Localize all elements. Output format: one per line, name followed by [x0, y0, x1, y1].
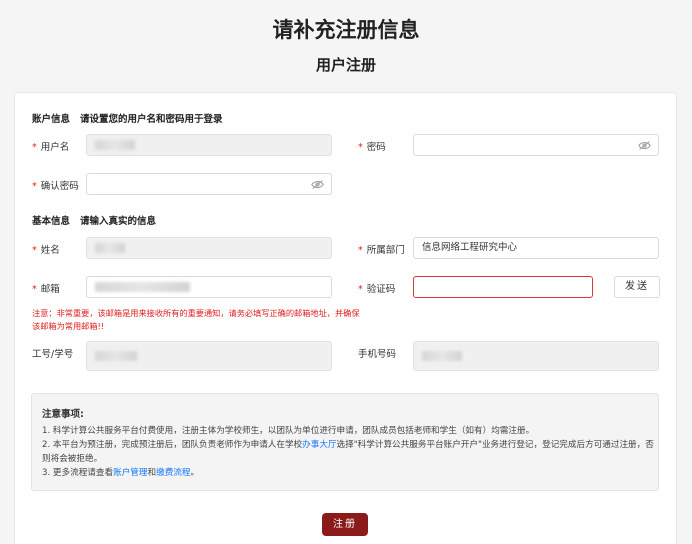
required-mark: * [32, 284, 37, 295]
service-hall-link[interactable]: 办事大厅 [302, 440, 336, 450]
account-section-title: 账户信息 [32, 114, 71, 125]
required-mark: * [32, 181, 37, 192]
name-input[interactable] [86, 237, 332, 259]
notice-line-3-prefix: 3. 更多流程请查看 [42, 468, 114, 478]
redacted-value [95, 350, 137, 361]
confirm-password-label-text: 确认密码 [40, 181, 79, 192]
notice-title: 注意事项: [42, 409, 84, 420]
notice-line-1: 1. 科学计算公共服务平台付费使用，注册主体为学校师生，以团队为单位进行申请，团… [42, 426, 535, 436]
basic-section-description: 请输入真实的信息 [80, 216, 157, 227]
email-label-text: 邮箱 [40, 284, 60, 295]
staff-id-label-text: 工号/学号 [32, 349, 74, 360]
password-input[interactable] [413, 134, 659, 156]
notice-line-2: 2. 本平台为预注册，完成预注册后，团队负责老师作为申请人在学校办事大厅选择"科… [42, 438, 658, 466]
notice-box: 注意事项: 1. 科学计算公共服务平台付费使用，注册主体为学校师生，以团队为单位… [31, 393, 659, 491]
name-label-text: 姓名 [40, 245, 60, 256]
notice-line-3-mid: 和 [147, 468, 157, 478]
name-label: * 姓名 [32, 242, 60, 256]
eye-slash-icon[interactable] [311, 179, 324, 190]
page-subtitle: 用户注册 [315, 56, 376, 74]
account-management-link[interactable]: 账户管理 [113, 468, 147, 478]
confirm-password-label: * 确认密码 [32, 178, 79, 192]
send-code-button[interactable]: 发送 [614, 276, 660, 298]
redacted-value [95, 242, 125, 253]
basic-section-header: 基本信息 请输入真实的信息 [32, 213, 156, 227]
basic-section-title: 基本信息 [32, 216, 71, 227]
notice-line-3-suffix: 。 [190, 468, 200, 478]
redacted-value [95, 139, 135, 150]
phone-input[interactable] [413, 341, 659, 371]
redacted-value [95, 281, 190, 292]
phone-label-text: 手机号码 [358, 349, 397, 360]
required-mark: * [358, 142, 363, 153]
staff-id-label: 工号/学号 [32, 346, 73, 360]
verify-code-input[interactable] [413, 276, 593, 298]
department-label: * 所属部门 [358, 242, 405, 256]
department-input[interactable]: 信息网络工程研究中心 [413, 237, 659, 259]
eye-slash-icon[interactable] [638, 140, 651, 151]
username-input[interactable] [86, 134, 332, 156]
required-mark: * [32, 142, 37, 153]
email-input[interactable] [86, 276, 332, 298]
email-label: * 邮箱 [32, 281, 60, 295]
required-mark: * [358, 284, 363, 295]
notice-line-3: 3. 更多流程请查看账户管理和缴费流程。 [42, 466, 658, 480]
staff-id-input[interactable] [86, 341, 332, 371]
username-label-text: 用户名 [40, 142, 70, 153]
username-label: * 用户名 [32, 139, 69, 153]
verify-code-label-text: 验证码 [366, 284, 396, 295]
phone-label: 手机号码 [358, 346, 396, 360]
payment-process-link[interactable]: 缴费流程 [156, 468, 190, 478]
password-label-text: 密码 [366, 142, 386, 153]
verify-code-label: * 验证码 [358, 281, 395, 295]
account-section-description: 请设置您的用户名和密码用于登录 [80, 114, 223, 125]
page-title: 请补充注册信息 [272, 18, 420, 42]
required-mark: * [358, 245, 363, 256]
required-mark: * [32, 245, 37, 256]
redacted-value [422, 350, 462, 361]
confirm-password-input[interactable] [86, 173, 332, 195]
notice-line-2-prefix: 2. 本平台为预注册，完成预注册后，团队负责老师作为申请人在学校 [42, 440, 303, 450]
department-label-text: 所属部门 [366, 245, 405, 256]
email-warning: 注意：非常重要，该邮箱是用来接收所有的重要通知，请务必填写正确的邮箱地址，并确保… [32, 308, 360, 331]
account-section-header: 账户信息 请设置您的用户名和密码用于登录 [32, 111, 223, 125]
password-label: * 密码 [358, 139, 386, 153]
register-button[interactable]: 注册 [322, 513, 368, 536]
